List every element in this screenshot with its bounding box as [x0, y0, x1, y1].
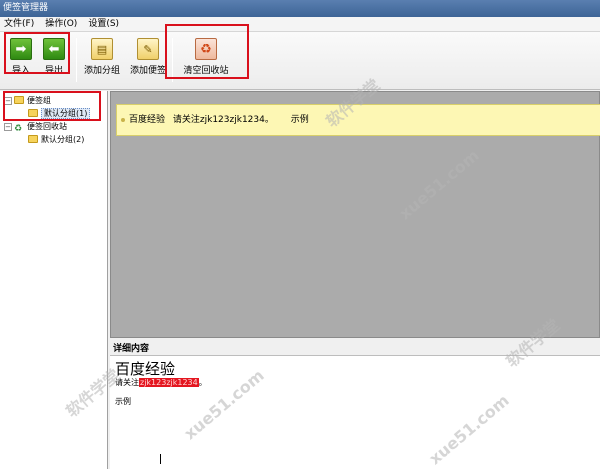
folder-note-icon: ▤: [91, 38, 113, 60]
menu-bar: 文件(F) 操作(O) 设置(S): [0, 17, 600, 32]
collapse-icon[interactable]: −: [4, 123, 12, 131]
window-title: 便签管理器: [0, 0, 600, 17]
detail-line-suffix: 。: [198, 378, 207, 387]
detail-example: 示例: [115, 397, 131, 406]
detail-line: 请关注zjk123zjk1234。: [115, 377, 207, 388]
detail-line-highlight: zjk123zjk1234: [139, 378, 199, 387]
detail-line-prefix: 请关注: [115, 378, 139, 387]
bullet-icon: [121, 118, 125, 122]
note-title: 百度经验: [129, 115, 166, 125]
menu-file[interactable]: 文件(F): [0, 17, 41, 31]
add-group-button[interactable]: ▤ 添加分组: [83, 36, 121, 76]
note-pencil-icon: ✎: [137, 38, 159, 60]
note-tag: 示例: [290, 115, 309, 125]
text-caret: [160, 454, 161, 464]
recycle-bin-icon: ♻: [14, 124, 23, 134]
note-item[interactable]: 百度经验 请关注zjk123zjk1234。 示例: [116, 104, 600, 136]
menu-settings[interactable]: 设置(S): [84, 17, 126, 31]
toolbar: ➡ 导入 ⬅ 导出 ▤ 添加分组 ✎ 添加便签 ♻ 清空回收站: [0, 24, 600, 90]
detail-title: 百度经验: [115, 360, 176, 378]
highlight-box-empty-recycle: [165, 24, 249, 79]
highlight-box-tree: [3, 91, 101, 121]
tree-label-recycle-default: 默认分组(2): [41, 135, 85, 144]
highlight-box-import-export: [4, 32, 70, 74]
add-note-button[interactable]: ✎ 添加便签: [128, 36, 168, 76]
note-text: 请关注zjk123zjk1234。: [172, 115, 274, 125]
add-group-label: 添加分组: [83, 66, 120, 76]
tree-item-recycle[interactable]: − ♻ 便签回收站: [4, 121, 67, 134]
folder-icon: [28, 135, 38, 143]
notes-list: 百度经验 请关注zjk123zjk1234。 示例: [110, 91, 600, 338]
toolbar-separator: [76, 38, 77, 82]
group-tree: − 便签组 默认分组(1) − ♻ 便签回收站 默认分组(2): [0, 91, 108, 469]
detail-header: 详细内容: [110, 343, 600, 355]
tree-item-recycle-default[interactable]: 默认分组(2): [28, 134, 84, 146]
menu-operate[interactable]: 操作(O): [41, 17, 84, 31]
tree-label-recycle: 便签回收站: [27, 122, 67, 131]
add-note-label: 添加便签: [129, 66, 166, 76]
detail-editor[interactable]: 百度经验 请关注zjk123zjk1234。 示例: [110, 355, 600, 469]
